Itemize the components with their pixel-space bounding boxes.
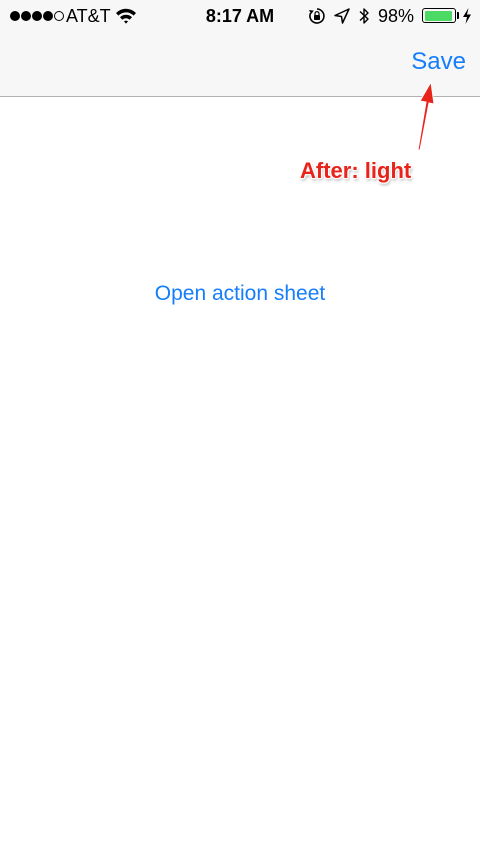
rotation-lock-icon xyxy=(308,7,326,30)
save-button[interactable]: Save xyxy=(411,48,466,76)
charging-bolt-icon xyxy=(462,8,472,29)
bluetooth-icon xyxy=(358,6,370,31)
annotation-arrow-icon xyxy=(417,80,435,151)
status-bar: AT&T 8:17 AM 98% xyxy=(0,0,480,32)
battery-icon xyxy=(422,8,456,23)
battery-percentage: 98% xyxy=(378,6,415,26)
location-icon xyxy=(334,8,350,29)
annotation-label: After: light xyxy=(300,158,412,183)
open-action-sheet-button[interactable]: Open action sheet xyxy=(0,282,480,306)
